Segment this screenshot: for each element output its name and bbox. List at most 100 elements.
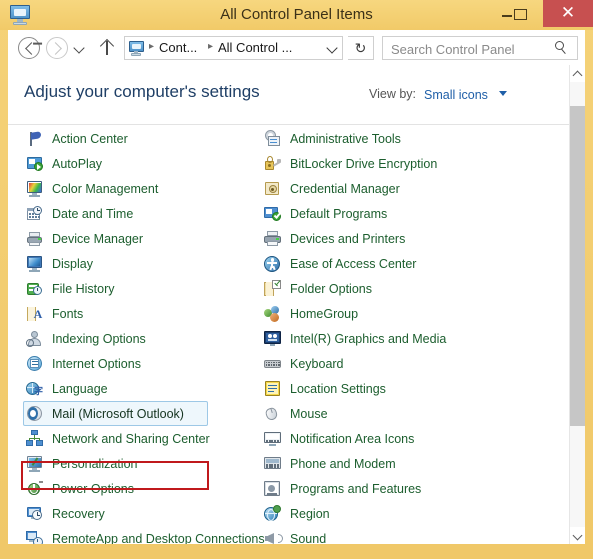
list-item[interactable]: File History — [24, 276, 274, 301]
list-item-label: Location Settings — [290, 381, 386, 396]
list-item[interactable]: Indexing Options — [24, 326, 274, 351]
list-item-label: Mouse — [290, 406, 328, 421]
list-item[interactable]: Devices and Printers — [262, 226, 512, 251]
list-item[interactable]: Intel(R) Graphics and Media — [262, 326, 512, 351]
list-item-label: Recovery — [52, 506, 105, 521]
chevron-up-icon — [572, 70, 583, 81]
list-item-label: Fonts — [52, 306, 84, 321]
list-item[interactable]: Display — [24, 251, 274, 276]
refresh-button[interactable]: ↻ — [348, 36, 374, 60]
scrollbar-track[interactable] — [570, 82, 585, 527]
list-item-label: Keyboard — [290, 356, 344, 371]
list-item-label: RemoteApp and Desktop Connections — [52, 531, 265, 545]
up-one-level-button[interactable] — [98, 38, 116, 58]
list-item[interactable]: Power Options — [24, 476, 274, 501]
control-panel-monitor-icon — [9, 4, 31, 25]
search-icon — [555, 41, 570, 56]
list-item-label: Power Options — [52, 481, 134, 496]
network-sharing-icon — [26, 430, 43, 447]
list-item-label: Folder Options — [290, 281, 372, 296]
view-by-label: View by: — [369, 87, 417, 101]
list-item[interactable]: Folder Options — [262, 276, 512, 301]
folder-options-icon — [264, 280, 281, 297]
list-item[interactable]: AutoPlay — [24, 151, 274, 176]
item-column-left: Action Center AutoPlay Color Management Dat… — [23, 126, 274, 544]
vertical-scrollbar[interactable] — [569, 65, 585, 544]
list-item[interactable]: Region — [262, 501, 512, 526]
indexing-person-icon — [26, 330, 43, 347]
list-item[interactable]: Location Settings — [262, 376, 512, 401]
maximize-icon — [514, 9, 527, 20]
autoplay-icon — [26, 155, 43, 172]
breadcrumb-item-control-panel[interactable]: Cont... — [159, 40, 197, 55]
list-item[interactable]: Internet Options — [24, 351, 274, 376]
list-item[interactable]: Administrative Tools — [262, 126, 512, 151]
display-monitor-icon — [26, 255, 43, 272]
recent-locations-button[interactable] — [72, 42, 88, 54]
list-item-selected[interactable]: Mail (Microsoft Outlook) — [23, 401, 208, 426]
list-item[interactable]: Date and Time — [24, 201, 274, 226]
forward-button[interactable] — [46, 37, 68, 59]
keyboard-icon — [264, 355, 281, 372]
search-input[interactable] — [389, 37, 553, 61]
flag-icon — [26, 130, 43, 147]
list-item-label: Personalization — [52, 456, 138, 471]
address-dropdown-button[interactable] — [324, 42, 339, 56]
content-area: Adjust your computer's settings View by:… — [8, 65, 585, 544]
list-item[interactable]: HomeGroup — [262, 301, 512, 326]
view-by-select[interactable]: Small icons — [424, 86, 488, 103]
list-item[interactable]: BitLocker Drive Encryption — [262, 151, 512, 176]
list-item-label: Internet Options — [52, 356, 141, 371]
breadcrumb-item-all-control-panel-items[interactable]: All Control ... — [218, 40, 292, 55]
list-item[interactable]: Personalization — [24, 451, 274, 476]
credential-manager-icon — [264, 180, 281, 197]
list-item[interactable]: A Fonts — [24, 301, 274, 326]
personalization-icon — [26, 455, 43, 472]
close-button[interactable]: ✕ — [543, 0, 593, 27]
list-item[interactable]: RemoteApp and Desktop Connections — [24, 526, 274, 544]
notification-area-icon — [264, 430, 281, 447]
list-item-label: Default Programs — [290, 206, 388, 221]
chevron-down-icon[interactable] — [499, 91, 507, 96]
list-item-label: Administrative Tools — [290, 131, 401, 146]
list-item[interactable]: Device Manager — [24, 226, 274, 251]
ease-of-access-icon — [264, 255, 281, 272]
scroll-down-button[interactable] — [570, 527, 585, 544]
maximize-button[interactable] — [497, 0, 543, 27]
list-item[interactable]: Programs and Features — [262, 476, 512, 501]
list-item[interactable]: Default Programs — [262, 201, 512, 226]
list-item-label: File History — [52, 281, 115, 296]
list-item[interactable]: Action Center — [24, 126, 274, 151]
list-item-label: Notification Area Icons — [290, 431, 415, 446]
list-item[interactable]: Credential Manager — [262, 176, 512, 201]
chevron-down-icon — [572, 530, 583, 541]
breadcrumb-separator: ▸ — [208, 41, 214, 52]
list-item[interactable]: Network and Sharing Center — [24, 426, 274, 451]
scrollbar-thumb[interactable] — [570, 106, 585, 426]
arrow-left-icon — [25, 42, 38, 55]
scroll-up-button[interactable] — [570, 65, 585, 82]
bitlocker-lock-icon — [264, 155, 281, 172]
list-item[interactable]: Mouse — [262, 401, 512, 426]
list-item-label: Devices and Printers — [290, 231, 406, 246]
list-item[interactable]: Notification Area Icons — [262, 426, 512, 451]
breadcrumb-separator: ▸ — [149, 41, 155, 52]
list-item-label: Ease of Access Center — [290, 256, 417, 271]
back-button[interactable] — [18, 37, 40, 59]
programs-features-icon — [264, 480, 281, 497]
address-bar[interactable]: ▸ Cont... ▸ All Control ... — [124, 36, 343, 60]
list-item[interactable]: 字 Language — [24, 376, 274, 401]
list-item[interactable]: Color Management — [24, 176, 274, 201]
item-column-right: Administrative Tools BitLocker Drive Encr… — [262, 126, 512, 544]
control-panel-item-list: Action Center AutoPlay Color Management Dat… — [8, 126, 568, 544]
list-item-label: Region — [290, 506, 330, 521]
list-item[interactable]: Keyboard — [262, 351, 512, 376]
list-item[interactable]: Sound — [262, 526, 512, 544]
search-box[interactable] — [382, 36, 578, 61]
list-item-label: Programs and Features — [290, 481, 422, 496]
list-item[interactable]: Ease of Access Center — [262, 251, 512, 276]
heading-row: Adjust your computer's settings View by:… — [8, 65, 585, 124]
list-item[interactable]: Recovery — [24, 501, 274, 526]
list-item[interactable]: Phone and Modem — [262, 451, 512, 476]
list-item-label: Mail (Microsoft Outlook) — [52, 406, 184, 421]
